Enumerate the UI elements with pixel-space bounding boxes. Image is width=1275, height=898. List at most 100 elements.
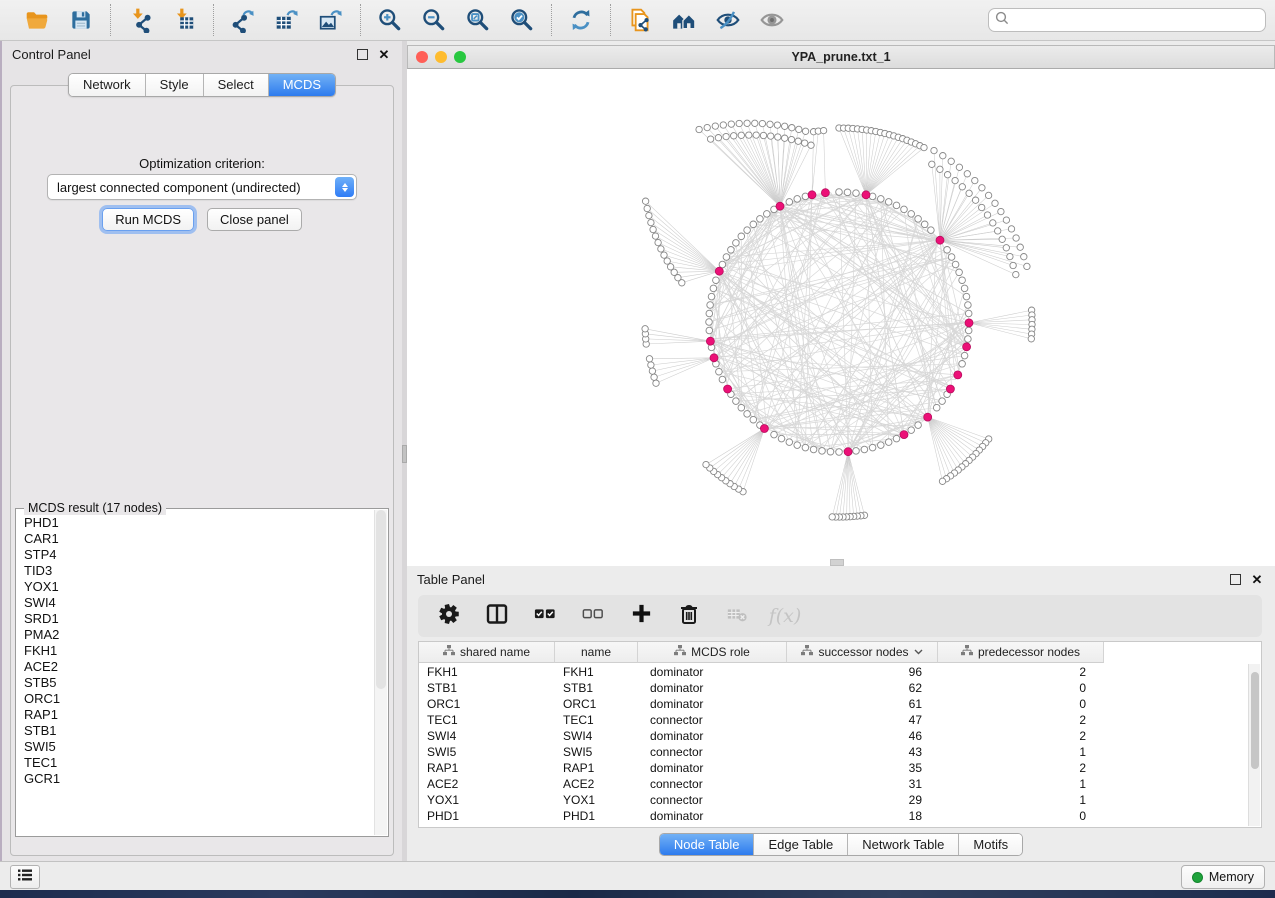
mcds-list-scrollbar[interactable]	[374, 510, 387, 835]
export-table-button[interactable]	[272, 5, 302, 35]
settings-button[interactable]	[436, 603, 462, 629]
column-label: name	[581, 645, 611, 659]
cell-shared-name: PHD1	[419, 808, 555, 824]
table-rows: FKH1FKH1dominator962STB1STB1dominator620…	[419, 664, 1249, 827]
mcds-result-item[interactable]: PHD1	[22, 515, 374, 531]
main-toolbar	[0, 0, 1275, 41]
mcds-result-item[interactable]: ACE2	[22, 659, 374, 675]
zoom-selected-button[interactable]	[507, 5, 537, 35]
table-row[interactable]: SWI5SWI5connector431	[419, 744, 1249, 760]
zoom-fit-button[interactable]	[463, 5, 493, 35]
add-column-button[interactable]	[628, 603, 654, 629]
function-builder-button: f(x)	[772, 603, 798, 629]
table-panel-header: Table Panel ✕	[407, 566, 1275, 592]
cell-shared-name: RAP1	[419, 760, 555, 776]
first-neighbors-button[interactable]	[669, 5, 699, 35]
mcds-result-item[interactable]: SWI4	[22, 595, 374, 611]
mcds-result-item[interactable]: GCR1	[22, 771, 374, 787]
first-neighbors-icon	[671, 7, 697, 33]
zoom-in-button[interactable]	[375, 5, 405, 35]
float-table-panel-button[interactable]	[1227, 571, 1243, 587]
save-session-button[interactable]	[66, 5, 96, 35]
column-header-shared-name[interactable]: shared name	[419, 642, 555, 663]
zoom-out-button[interactable]	[419, 5, 449, 35]
mcds-result-item[interactable]: STB1	[22, 723, 374, 739]
select-all-button[interactable]	[532, 603, 558, 629]
mcds-result-item[interactable]: SWI5	[22, 739, 374, 755]
zoom-fit-icon	[465, 7, 491, 33]
memory-button[interactable]: Memory	[1181, 865, 1265, 889]
table-row[interactable]: ACE2ACE2connector311	[419, 776, 1249, 792]
network-canvas[interactable]	[407, 69, 1275, 566]
cell-predecessor-nodes: 1	[938, 792, 1104, 808]
table-row[interactable]: PHD1PHD1dominator180	[419, 808, 1249, 824]
show-all-button[interactable]	[757, 5, 787, 35]
run-mcds-button[interactable]: Run MCDS	[102, 208, 194, 231]
table-row[interactable]: TEC1TEC1connector472	[419, 712, 1249, 728]
task-history-button[interactable]	[10, 865, 40, 889]
cell-shared-name: ACE2	[419, 776, 555, 792]
import-network-button[interactable]	[125, 5, 155, 35]
table-scrollbar[interactable]	[1248, 664, 1260, 826]
search-input[interactable]	[1009, 12, 1259, 28]
mcds-result-item[interactable]: SRD1	[22, 611, 374, 627]
close-panel-button[interactable]: ✕	[376, 46, 392, 62]
cell-name: SWI5	[555, 744, 638, 760]
mcds-result-item[interactable]: RAP1	[22, 707, 374, 723]
network-window-titlebar[interactable]: YPA_prune.txt_1	[407, 45, 1275, 69]
mcds-result-item[interactable]: ORC1	[22, 691, 374, 707]
hide-selected-button[interactable]	[713, 5, 743, 35]
hide-selected-icon	[715, 7, 741, 33]
show-columns-button[interactable]	[484, 603, 510, 629]
import-table-button[interactable]	[169, 5, 199, 35]
optimization-criterion-select[interactable]: largest connected component (undirected)	[47, 174, 357, 200]
add-column-icon	[630, 602, 653, 630]
mcds-result-item[interactable]: STB5	[22, 675, 374, 691]
column-header-successor-nodes[interactable]: successor nodes	[787, 642, 938, 663]
network-splitter-grip[interactable]	[830, 559, 844, 566]
tab-select[interactable]: Select	[203, 74, 268, 96]
tab-node-table[interactable]: Node Table	[660, 834, 754, 855]
table-row[interactable]: FKH1FKH1dominator962	[419, 664, 1249, 680]
control-panel-title: Control Panel	[12, 47, 348, 62]
search-box[interactable]	[988, 8, 1266, 32]
mcds-result-item[interactable]: STP4	[22, 547, 374, 563]
column-header-MCDS-role[interactable]: MCDS role	[638, 642, 787, 663]
float-panel-button[interactable]	[354, 46, 370, 62]
table-row[interactable]: SWI4SWI4dominator462	[419, 728, 1249, 744]
status-bar: Memory	[0, 861, 1275, 890]
deselect-all-icon	[582, 603, 604, 630]
mcds-result-item[interactable]: CAR1	[22, 531, 374, 547]
table-row[interactable]: YOX1YOX1connector291	[419, 792, 1249, 808]
column-header-predecessor-nodes[interactable]: predecessor nodes	[938, 642, 1104, 663]
export-network-button[interactable]	[228, 5, 258, 35]
tab-motifs[interactable]: Motifs	[958, 834, 1022, 855]
mcds-result-item[interactable]: FKH1	[22, 643, 374, 659]
close-table-panel-button[interactable]: ✕	[1249, 571, 1265, 587]
deselect-all-button[interactable]	[580, 603, 606, 629]
tab-edge-table[interactable]: Edge Table	[753, 834, 847, 855]
delete-column-button[interactable]	[676, 603, 702, 629]
column-header-name[interactable]: name	[555, 642, 638, 663]
cell-predecessor-nodes: 2	[938, 712, 1104, 728]
mcds-result-item[interactable]: TID3	[22, 563, 374, 579]
tab-style[interactable]: Style	[145, 74, 203, 96]
mcds-result-item[interactable]: TEC1	[22, 755, 374, 771]
mcds-result-item[interactable]: YOX1	[22, 579, 374, 595]
clone-network-button[interactable]	[625, 5, 655, 35]
zoom-in-icon	[377, 7, 403, 33]
control-panel: Control Panel ✕ NetworkStyleSelectMCDS O…	[2, 41, 402, 862]
tab-mcds[interactable]: MCDS	[268, 74, 335, 96]
table-row[interactable]: RAP1RAP1dominator352	[419, 760, 1249, 776]
tab-network-table[interactable]: Network Table	[847, 834, 958, 855]
cell-mcds-role: dominator	[638, 760, 787, 776]
close-panel-button-2[interactable]: Close panel	[207, 208, 302, 231]
table-row[interactable]: STB1STB1dominator620	[419, 680, 1249, 696]
export-image-button[interactable]	[316, 5, 346, 35]
tab-network[interactable]: Network	[69, 74, 145, 96]
open-session-button[interactable]	[22, 5, 52, 35]
table-row[interactable]: ORC1ORC1dominator610	[419, 696, 1249, 712]
apply-layout-button[interactable]	[566, 5, 596, 35]
mcds-result-item[interactable]: PMA2	[22, 627, 374, 643]
column-type-icon	[961, 645, 973, 659]
